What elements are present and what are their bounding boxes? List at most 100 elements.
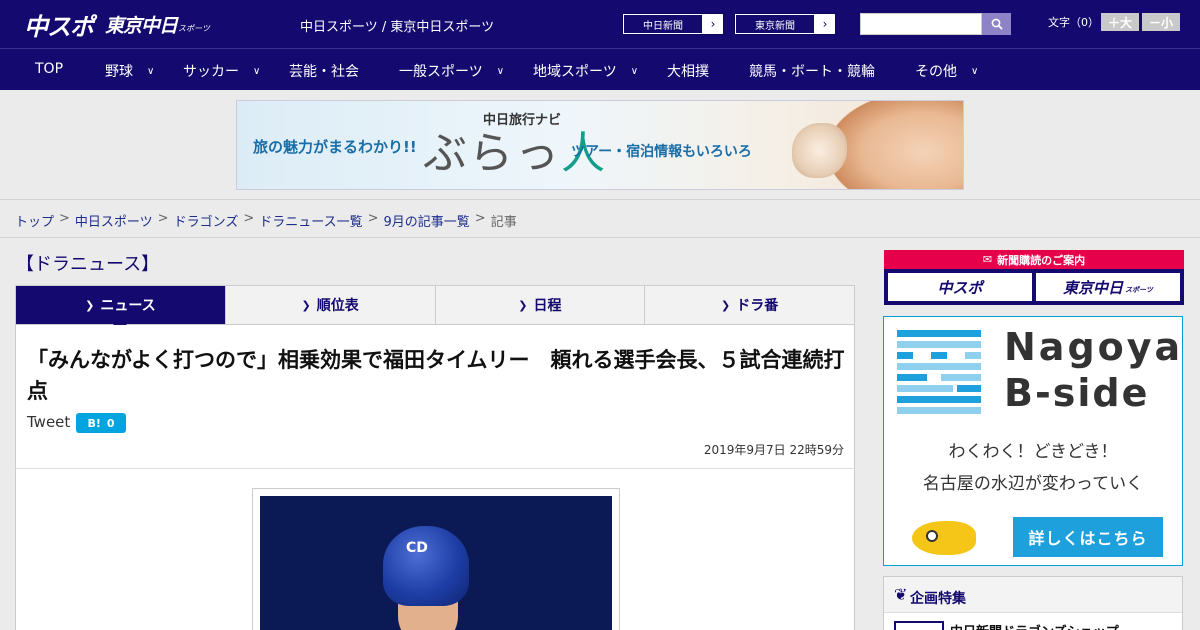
chevron-right-icon: › xyxy=(710,17,716,31)
nav-item-other[interactable]: その他 ∨ xyxy=(915,61,978,81)
nav-label: 一般スポーツ xyxy=(399,64,483,80)
breadcrumb-separator: > xyxy=(59,211,70,226)
tab-draban[interactable]: ❯ ドラ番 xyxy=(645,286,854,324)
section-tabs: ❯ ニュース ❯ 順位表 ❯ 日程 ❯ ドラ番 xyxy=(15,285,855,332)
bside-tagline-2: 名古屋の水辺が変わっていく xyxy=(922,474,1144,494)
subscribe-tokyo-small: スポーツ xyxy=(1125,286,1153,294)
logo-sports: スポーツ xyxy=(178,24,210,33)
font-size-label: 文字（0） xyxy=(1048,16,1099,29)
tab-label: 順位表 xyxy=(316,298,359,314)
fried-shrimp-mascot-icon xyxy=(912,521,976,555)
article-photo[interactable]: CD xyxy=(260,496,612,630)
breadcrumb-dra-news[interactable]: ドラニュース一覧 xyxy=(259,211,362,230)
mascot-eye xyxy=(926,530,938,542)
nav-label: 大相撲 xyxy=(667,64,709,80)
chevron-down-icon: ∨ xyxy=(253,65,261,77)
breadcrumb-separator: > xyxy=(474,211,486,226)
site-name: 中日スポーツ / 東京中日スポーツ xyxy=(300,20,495,35)
nav-item-racing[interactable]: 競馬・ボート・競輪 xyxy=(749,61,875,81)
breadcrumb-bar: トップ > 中日スポーツ > ドラゴンズ > ドラニュース一覧 > 9月の記事一覧 > 記… xyxy=(0,200,1200,238)
tab-label: ドラ番 xyxy=(736,298,779,314)
nav-item-entertainment[interactable]: 芸能・社会 xyxy=(289,61,359,81)
subscribe-tokyo-chunichi-button[interactable]: 東京中日 スポーツ xyxy=(1036,273,1180,301)
chevron-down-icon: ∨ xyxy=(630,65,639,77)
ad-tagline: 旅の魅力がまるわかり!! xyxy=(253,138,417,156)
special-feature-header: ❦ 企画特集 xyxy=(884,577,1182,613)
subscribe-chuspo-button[interactable]: 中スポ xyxy=(888,273,1032,301)
nav-item-soccer[interactable]: サッカー ∨ xyxy=(183,61,260,81)
font-size-up-button[interactable]: ＋大 xyxy=(1101,13,1139,31)
breadcrumb-separator: > xyxy=(367,211,379,226)
nav-label: 芸能・社会 xyxy=(289,64,359,80)
chevron-down-icon: ∨ xyxy=(971,65,979,77)
section-title: 【ドラニュース】 xyxy=(16,254,160,275)
breadcrumb-current: 記事 xyxy=(490,215,517,230)
breadcrumb-separator: > xyxy=(243,211,255,226)
nav-label: 地域スポーツ xyxy=(533,64,617,80)
font-size-down-button[interactable]: －小 xyxy=(1142,13,1180,31)
article-photo-area: CD xyxy=(15,469,855,630)
chevron-right-icon: ❯ xyxy=(721,298,731,312)
special-feature-title: 企画特集 xyxy=(910,591,966,607)
nav-item-baseball[interactable]: 野球 ∨ xyxy=(105,61,154,81)
search-button[interactable] xyxy=(982,13,1011,35)
breadcrumb-chunichi-sports[interactable]: 中日スポーツ xyxy=(75,211,153,230)
article-date: 2019年9月7日 22時59分 xyxy=(703,443,844,457)
subscription-heading: ✉ 新聞購読のご案内 xyxy=(884,250,1184,269)
tab-news[interactable]: ❯ ニュース xyxy=(16,286,226,332)
breadcrumb: トップ > 中日スポーツ > ドラゴンズ > ドラニュース一覧 > 9月の記事一覧 > 記… xyxy=(15,211,517,230)
search-input[interactable] xyxy=(860,13,982,35)
chevron-right-icon: ❯ xyxy=(518,298,528,312)
hatena-bookmark-button[interactable]: B! 0 xyxy=(76,413,126,433)
tab-label: ニュース xyxy=(100,298,156,314)
chunichi-shimbun-link[interactable]: 中日新聞 › xyxy=(622,13,724,35)
nav-item-general-sports[interactable]: 一般スポーツ ∨ xyxy=(399,61,504,81)
logo-chuspo: 中スポ xyxy=(24,12,94,41)
bside-tagline-1: わくわく！どきどき！ xyxy=(948,442,1118,462)
tokyo-shimbun-link[interactable]: 東京新聞 › xyxy=(734,13,836,35)
breadcrumb-top[interactable]: トップ xyxy=(15,211,54,230)
hatena-icon: B! xyxy=(87,416,101,430)
tab-label: 日程 xyxy=(533,298,562,314)
ad-shell-image xyxy=(792,123,847,178)
site-logo[interactable]: 中スポ 東京中日 スポーツ xyxy=(24,10,210,41)
chevron-right-icon: ❯ xyxy=(85,298,95,312)
article-headline: 「みんながよく打つので」相乗効果で福田タイムリー 頼れる選手会長、５試合連続打点 xyxy=(27,348,845,403)
bside-title-bside: B-side xyxy=(1004,371,1150,415)
nav-label: TOP xyxy=(35,61,64,77)
nav-item-local-sports[interactable]: 地域スポーツ ∨ xyxy=(533,61,638,81)
bside-logo-graphic xyxy=(897,330,981,414)
travel-ad-banner[interactable]: 旅の魅力がまるわかり!! 中日旅行ナビ ぶらっ人 ツアー・宿泊情報もいろいろ xyxy=(236,100,964,190)
nagoya-bside-ad[interactable]: Nagoya B-side わくわく！どきどき！ 名古屋の水辺が変わっていく 詳… xyxy=(883,316,1183,566)
breadcrumb-separator: > xyxy=(157,211,169,226)
main-nav: TOP 野球 ∨ サッカー ∨ 芸能・社会 一般スポーツ ∨ 地域スポーツ ∨ 大相撲 … xyxy=(0,48,1200,90)
ad-model-image xyxy=(827,101,963,189)
bside-details-button[interactable]: 詳しくはこちら xyxy=(1013,517,1163,557)
breadcrumb-dragons[interactable]: ドラゴンズ xyxy=(174,211,239,230)
nav-item-top[interactable]: TOP xyxy=(35,61,63,77)
nav-label: 競馬・ボート・競輪 xyxy=(749,64,875,80)
tab-schedule[interactable]: ❯ 日程 xyxy=(436,286,646,324)
player-helmet xyxy=(383,526,469,606)
special-item-link[interactable]: 中日新聞ドラゴンズショップ xyxy=(950,621,1119,630)
hatena-count: 0 xyxy=(106,416,115,430)
chevron-right-icon: › xyxy=(822,17,828,31)
breadcrumb-september[interactable]: 9月の記事一覧 xyxy=(384,211,470,230)
subscription-heading-text: 新聞購読のご案内 xyxy=(997,253,1086,267)
ad-title-a: ぶらっ xyxy=(423,128,561,179)
ad-band: 旅の魅力がまるわかり!! 中日旅行ナビ ぶらっ人 ツアー・宿泊情報もいろいろ xyxy=(0,90,1200,200)
special-item-thumbnail[interactable] xyxy=(894,621,944,630)
chevron-down-icon: ∨ xyxy=(496,65,505,77)
ad-subtext: ツアー・宿泊情報もいろいろ xyxy=(571,144,752,160)
nav-item-sumo[interactable]: 大相撲 xyxy=(667,61,709,81)
chevron-right-icon: ❯ xyxy=(301,298,311,312)
article-photo-frame: CD xyxy=(252,488,620,630)
ribbon-icon: ❦ xyxy=(894,585,908,604)
nav-label: その他 xyxy=(915,64,957,80)
article-header: 「みんながよく打つので」相乗効果で福田タイムリー 頼れる選手会長、５試合連続打点… xyxy=(15,325,855,469)
chevron-down-icon: ∨ xyxy=(147,65,155,77)
logo-tokyo-chunichi: 東京中日 xyxy=(105,14,178,37)
tweet-button[interactable]: Tweet xyxy=(27,413,70,431)
tab-standings[interactable]: ❯ 順位表 xyxy=(226,286,436,324)
special-feature-box: ❦ 企画特集 中日新聞ドラゴンズショップ xyxy=(883,576,1183,630)
